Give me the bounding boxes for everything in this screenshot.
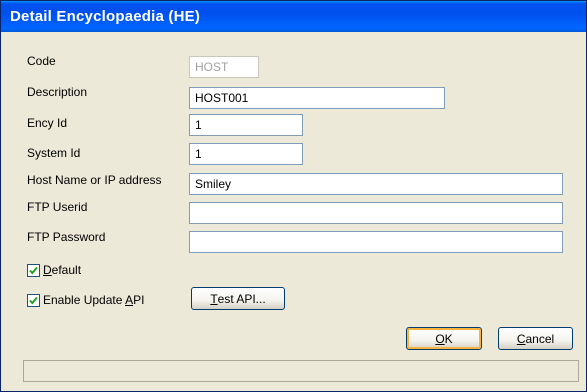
default-checkbox-label: Default <box>43 263 82 277</box>
code-field <box>189 56 259 78</box>
description-field[interactable] <box>189 87 445 109</box>
test-api-button[interactable]: Test API... <box>191 287 285 310</box>
default-checkbox[interactable]: Default <box>27 263 81 277</box>
system-id-label: System Id <box>27 146 81 160</box>
host-field[interactable] <box>189 173 563 195</box>
system-id-field[interactable] <box>189 143 303 165</box>
default-check-icon[interactable] <box>27 263 40 277</box>
enable-update-api-label: Enable Update API <box>43 293 145 307</box>
ftp-password-field[interactable] <box>189 231 563 253</box>
host-label: Host Name or IP address <box>27 173 162 187</box>
ok-button[interactable]: OK <box>406 327 482 350</box>
ftp-userid-field[interactable] <box>189 202 563 224</box>
description-label: Description <box>27 85 88 99</box>
dialog-window: Detail Encyclopaedia (HE) Code Descripti… <box>0 0 587 392</box>
status-bar <box>23 360 579 382</box>
enable-update-api-checkbox[interactable]: Enable Update API <box>27 293 144 307</box>
cancel-button[interactable]: Cancel <box>498 327 573 350</box>
ftp-userid-label: FTP Userid <box>27 200 88 214</box>
window-title[interactable]: Detail Encyclopaedia (HE) <box>1 1 586 32</box>
enable-update-api-check-icon[interactable] <box>27 293 40 307</box>
ftp-password-label: FTP Password <box>27 230 106 244</box>
ency-id-label: Ency Id <box>27 116 68 130</box>
ency-id-field[interactable] <box>189 114 303 136</box>
code-label: Code <box>27 54 56 68</box>
